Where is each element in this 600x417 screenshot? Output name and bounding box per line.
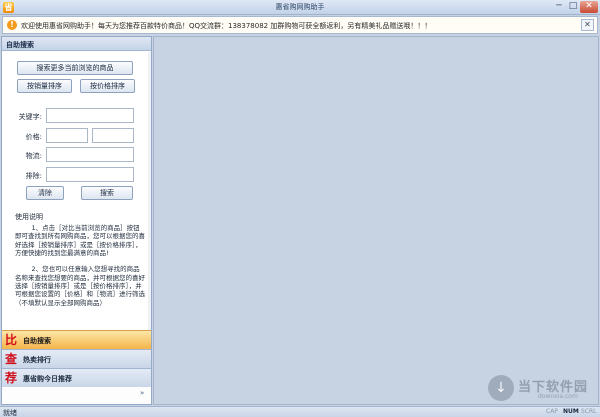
panel-body: 搜索更多当前浏览的商品 按销量排序 按价格排序 关键字: 价格: 物流: 排除:… [2, 52, 151, 344]
nav-item-hot-ranking[interactable]: 查 热卖排行 [2, 349, 151, 368]
status-text: 就绪 [3, 409, 17, 417]
logistics-label: 物流: [25, 152, 42, 160]
notice-bar: ! 欢迎使用惠省网购助手！每天为您推荐百款特价商品！QQ交流群：13837808… [2, 16, 598, 34]
logistics-input[interactable] [46, 147, 134, 162]
price-max-input[interactable] [92, 128, 134, 143]
keyword-input[interactable] [46, 108, 134, 123]
watermark-url: downxia.com [538, 393, 578, 400]
watermark: ↓ 当下软件园 downxia.com [488, 375, 596, 403]
nav-label: 惠省购今日推荐 [23, 375, 72, 383]
price-min-input[interactable] [46, 128, 88, 143]
status-bar: 就绪 CAP NUM SCRL [0, 406, 600, 417]
sort-by-price-button[interactable]: 按价格排序 [80, 79, 135, 93]
main-content-area [153, 36, 599, 405]
expand-chevron-icon[interactable]: » [140, 389, 144, 397]
nav-label: 热卖排行 [23, 356, 51, 364]
nav-label: 自助搜索 [23, 337, 51, 345]
close-button[interactable]: ✕ [580, 1, 598, 13]
recommend-icon: 荐 [5, 371, 18, 385]
search-current-button[interactable]: 搜索更多当前浏览的商品 [17, 61, 133, 75]
minimize-button[interactable]: ─ [552, 1, 566, 13]
sort-by-sales-button[interactable]: 按销量排序 [17, 79, 72, 93]
window-title: 惠省购网购助手 [275, 3, 325, 11]
caps-indicator: CAP [546, 408, 558, 415]
exclude-input[interactable] [46, 167, 134, 182]
nav-item-self-search[interactable]: 比 自助搜索 [2, 330, 151, 349]
scroll-lock-indicator: SCRL [581, 408, 597, 415]
exclude-label: 排除: [25, 172, 42, 180]
nav-item-today-recommend[interactable]: 荐 惠省购今日推荐 [2, 368, 151, 387]
panel-scrollbar[interactable] [148, 52, 151, 344]
help-title: 使用说明 [15, 213, 43, 221]
title-bar: 省 惠省购网购助手 ─ □ ✕ [0, 0, 600, 15]
notice-close-button[interactable]: ✕ [581, 19, 594, 31]
price-label: 价格: [25, 133, 42, 141]
help-text: 1、点击［对比当前浏览的商品］按钮即可查找到所有网购商品，您可以根据您的喜好选择… [15, 224, 145, 307]
download-logo-icon: ↓ [488, 375, 514, 401]
left-panel: 自助搜索 搜索更多当前浏览的商品 按销量排序 按价格排序 关键字: 价格: 物流… [1, 36, 152, 405]
panel-header: 自助搜索 [2, 37, 151, 51]
search-button[interactable]: 搜索 [81, 186, 133, 200]
info-icon: ! [7, 20, 17, 30]
num-indicator: NUM [563, 408, 579, 415]
notice-text: 欢迎使用惠省网购助手！每天为您推荐百款特价商品！QQ交流群：138378082 … [21, 22, 432, 30]
compare-icon: 比 [5, 333, 18, 347]
maximize-button[interactable]: □ [566, 1, 580, 13]
lookup-icon: 查 [5, 352, 18, 366]
clear-button[interactable]: 清除 [26, 186, 64, 200]
keyword-label: 关键字: [18, 113, 42, 121]
